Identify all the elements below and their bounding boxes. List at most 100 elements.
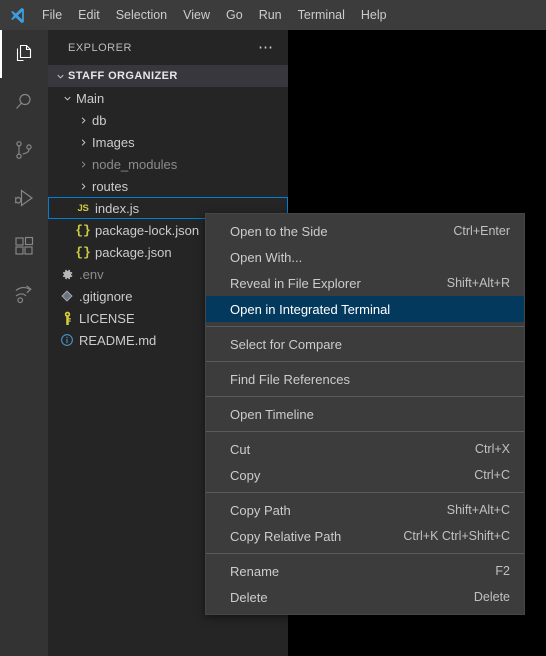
menu-terminal[interactable]: Terminal: [290, 0, 353, 30]
context-menu-item-open-with[interactable]: Open With...: [206, 244, 524, 270]
info-file-icon: [57, 329, 77, 351]
activitybar-item-explorer[interactable]: [0, 30, 48, 78]
tree-item-db[interactable]: db: [48, 109, 288, 131]
menu-selection[interactable]: Selection: [108, 0, 175, 30]
menu-item-label: Reveal in File Explorer: [230, 275, 361, 291]
context-menu-item-find-file-references[interactable]: Find File References: [206, 366, 524, 392]
section-header-staff-organizer[interactable]: STAFF ORGANIZER: [48, 65, 288, 87]
files-icon: [12, 42, 36, 66]
context-menu-item-open-to-the-side[interactable]: Open to the Side Ctrl+Enter: [206, 218, 524, 244]
source-control-icon: [12, 138, 36, 162]
activitybar-item-source-control[interactable]: [0, 126, 48, 174]
vscode-logo-icon: [6, 4, 28, 26]
vscode-window: File Edit Selection View Go Run Terminal…: [0, 0, 546, 656]
context-menu-group: Find File References: [206, 361, 524, 392]
activitybar-item-extensions[interactable]: [0, 222, 48, 270]
menu-item-label: Select for Compare: [230, 336, 342, 352]
tree-item-label: routes: [92, 178, 129, 194]
extensions-icon: [12, 234, 36, 258]
context-menu-group: Copy Path Shift+Alt+C Copy Relative Path…: [206, 492, 524, 549]
activitybar-item-run-and-debug[interactable]: [0, 174, 48, 222]
explorer-header: EXPLORER ⋯: [48, 30, 288, 65]
search-icon: [12, 90, 36, 114]
gear-file-icon: [57, 263, 77, 285]
context-menu-item-rename[interactable]: Rename F2: [206, 558, 524, 584]
tree-item-label: README.md: [79, 332, 157, 348]
tree-item-label: .env: [79, 266, 104, 282]
chevron-down-icon: [52, 71, 68, 82]
menu-item-label: Copy Relative Path: [230, 528, 342, 544]
activitybar-item-remote-explorer[interactable]: [0, 270, 48, 318]
context-menu-item-open-timeline[interactable]: Open Timeline: [206, 401, 524, 427]
menu-go[interactable]: Go: [218, 0, 251, 30]
menu-item-label: Copy: [230, 467, 261, 483]
tree-item-label: db: [92, 112, 107, 128]
chevron-right-icon: [76, 175, 90, 197]
menu-run[interactable]: Run: [251, 0, 290, 30]
menu-item-label: Open With...: [230, 249, 303, 265]
menu-item-keybinding: Shift+Alt+R: [446, 276, 510, 290]
tree-item-label: .gitignore: [79, 288, 133, 304]
context-menu-item-select-for-compare[interactable]: Select for Compare: [206, 331, 524, 357]
tree-item-label: index.js: [95, 200, 140, 216]
context-menu-item-open-in-integrated-terminal[interactable]: Open in Integrated Terminal: [206, 296, 524, 322]
tree-item-main[interactable]: Main: [48, 87, 288, 109]
menu-item-keybinding: Delete: [473, 590, 510, 604]
tree-item-label: LICENSE: [79, 310, 135, 326]
json-file-icon: {}: [75, 222, 91, 238]
context-menu-item-copy[interactable]: Copy Ctrl+C: [206, 462, 524, 488]
git-file-icon: [57, 285, 77, 307]
activity-bar: [0, 30, 48, 656]
chevron-right-icon: [76, 153, 90, 175]
ellipsis-icon[interactable]: ⋯: [252, 40, 280, 56]
remote-share-icon: [12, 282, 36, 306]
menu-edit[interactable]: Edit: [70, 0, 108, 30]
menu-file[interactable]: File: [34, 0, 70, 30]
menu-help[interactable]: Help: [353, 0, 395, 30]
tree-item-routes[interactable]: routes: [48, 175, 288, 197]
menu-item-keybinding: Ctrl+C: [474, 468, 510, 482]
section-title: STAFF ORGANIZER: [68, 70, 178, 82]
tree-item-label: package.json: [95, 244, 172, 260]
menu-item-keybinding: Shift+Alt+C: [446, 503, 510, 517]
menu-item-label: Open to the Side: [230, 223, 328, 239]
chevron-right-icon: [76, 109, 90, 131]
explorer-header-actions: ⋯: [252, 40, 280, 56]
menu-view[interactable]: View: [175, 0, 218, 30]
explorer-title: EXPLORER: [68, 41, 132, 54]
run-and-debug-icon: [12, 186, 36, 210]
chevron-right-icon: [76, 131, 90, 153]
menu-item-label: Rename: [230, 563, 280, 579]
context-menu-item-delete[interactable]: Delete Delete: [206, 584, 524, 610]
menu-item-label: Open in Integrated Terminal: [230, 301, 391, 317]
context-menu-item-cut[interactable]: Cut Ctrl+X: [206, 436, 524, 462]
tree-item-label: node_modules: [92, 156, 178, 172]
menu-item-label: Open Timeline: [230, 406, 314, 422]
tree-item-node-modules[interactable]: node_modules: [48, 153, 288, 175]
menu-item-keybinding: F2: [495, 564, 510, 578]
menu-item-label: Delete: [230, 589, 268, 605]
json-file-icon: {}: [75, 244, 91, 260]
file-context-menu: Open to the Side Ctrl+Enter Open With...…: [205, 213, 525, 615]
context-menu-group: Cut Ctrl+X Copy Ctrl+C: [206, 431, 524, 488]
menu-item-keybinding: Ctrl+K Ctrl+Shift+C: [403, 529, 510, 543]
tree-item-label: Images: [92, 134, 135, 150]
tree-item-label: package-lock.json: [95, 222, 200, 238]
context-menu-group: Rename F2 Delete Delete: [206, 553, 524, 610]
context-menu-item-copy-relative-path[interactable]: Copy Relative Path Ctrl+K Ctrl+Shift+C: [206, 523, 524, 549]
menu-item-keybinding: Ctrl+Enter: [453, 224, 510, 238]
tree-item-images[interactable]: Images: [48, 131, 288, 153]
menu-item-label: Cut: [230, 441, 251, 457]
js-file-icon: JS: [77, 202, 89, 214]
context-menu-group: Open Timeline: [206, 396, 524, 427]
menu-item-label: Find File References: [230, 371, 350, 387]
title-bar: File Edit Selection View Go Run Terminal…: [0, 0, 546, 30]
context-menu-item-reveal-in-file-explorer[interactable]: Reveal in File Explorer Shift+Alt+R: [206, 270, 524, 296]
context-menu-item-copy-path[interactable]: Copy Path Shift+Alt+C: [206, 497, 524, 523]
tree-item-label: Main: [76, 90, 105, 106]
activitybar-item-search[interactable]: [0, 78, 48, 126]
key-file-icon: [57, 307, 77, 329]
menu-item-label: Copy Path: [230, 502, 291, 518]
chevron-down-icon: [60, 87, 74, 109]
menu-item-keybinding: Ctrl+X: [474, 442, 510, 456]
